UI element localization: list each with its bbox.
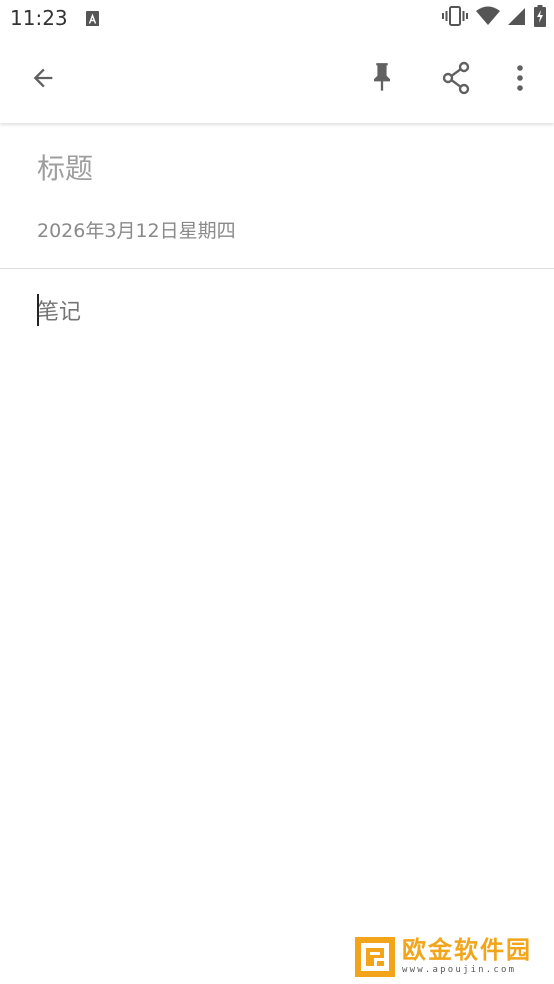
back-arrow-icon [29,64,57,96]
status-icons [442,5,546,31]
status-bar: 11:23 [0,0,554,38]
wifi-icon [476,6,500,30]
app-bar [0,38,554,123]
title-input[interactable] [37,148,517,188]
text-cursor [37,294,39,326]
watermark-title: 欧金软件园 [402,936,532,964]
pin-icon [368,62,396,98]
share-icon [441,61,471,99]
pin-button[interactable] [360,58,404,102]
more-options-button[interactable] [498,58,542,102]
watermark-url: www.apoujin.com [402,965,517,975]
status-time: 11:23 [10,6,68,30]
watermark: 欧金软件园 www.apoujin.com [354,936,550,980]
vibrate-icon [442,5,468,31]
more-vert-icon [516,64,524,96]
text-notification-icon [86,11,99,26]
battery-charging-icon [534,5,546,31]
cell-signal-icon [508,6,526,30]
watermark-text: 欧金软件园 www.apoujin.com [402,936,532,976]
note-editor-screen: 11:23 标题 2026年3月12日星期四 笔记 欧金软件园 www.apou… [0,0,554,984]
share-button[interactable] [434,58,478,102]
divider [0,268,554,269]
watermark-logo-icon [354,936,396,978]
back-button[interactable] [21,58,65,102]
note-body-input[interactable] [37,294,517,914]
note-date: 2026年3月12日星期四 [37,220,236,242]
